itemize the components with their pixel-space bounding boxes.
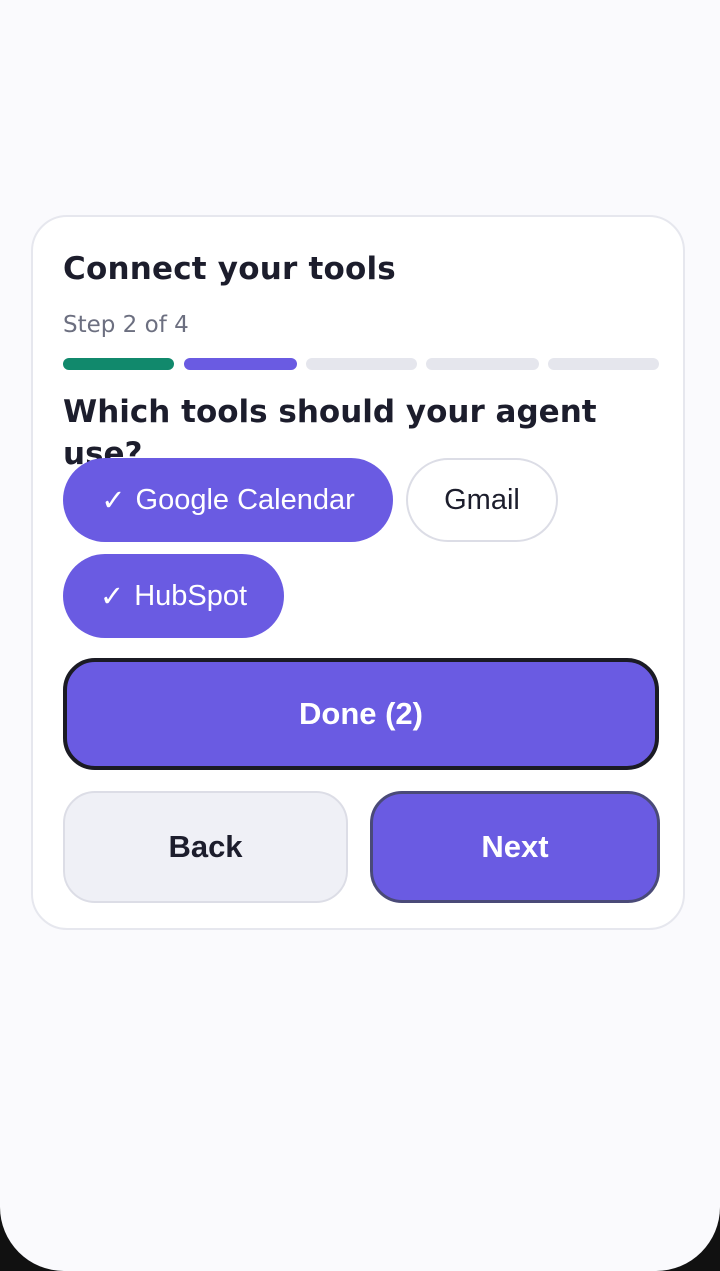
back-button[interactable]: Back — [63, 791, 348, 903]
chip-label: Gmail — [444, 483, 520, 516]
chip-label: Google Calendar — [135, 483, 355, 516]
progress-segment-2 — [184, 358, 297, 370]
progress-bar — [63, 358, 659, 370]
chip-label: HubSpot — [134, 579, 248, 612]
checkmark-icon: ✓ — [101, 484, 126, 517]
onboarding-card: Connect your tools Step 2 of 4 Which too… — [31, 215, 685, 930]
tool-chip-hubspot[interactable]: ✓ HubSpot — [63, 554, 284, 638]
card-title: Connect your tools — [63, 251, 396, 287]
progress-segment-3 — [306, 358, 417, 370]
progress-segment-5 — [548, 358, 659, 370]
step-indicator: Step 2 of 4 — [63, 312, 189, 338]
progress-segment-1 — [63, 358, 174, 370]
checkmark-icon: ✓ — [99, 580, 125, 613]
done-button[interactable]: Done (2) — [63, 658, 659, 770]
next-button[interactable]: Next — [370, 791, 660, 903]
tool-chip-google-calendar[interactable]: ✓ Google Calendar — [63, 458, 393, 542]
tool-chip-gmail[interactable]: Gmail — [406, 458, 558, 542]
progress-segment-4 — [426, 358, 539, 370]
app-screen: Connect your tools Step 2 of 4 Which too… — [0, 0, 720, 1271]
